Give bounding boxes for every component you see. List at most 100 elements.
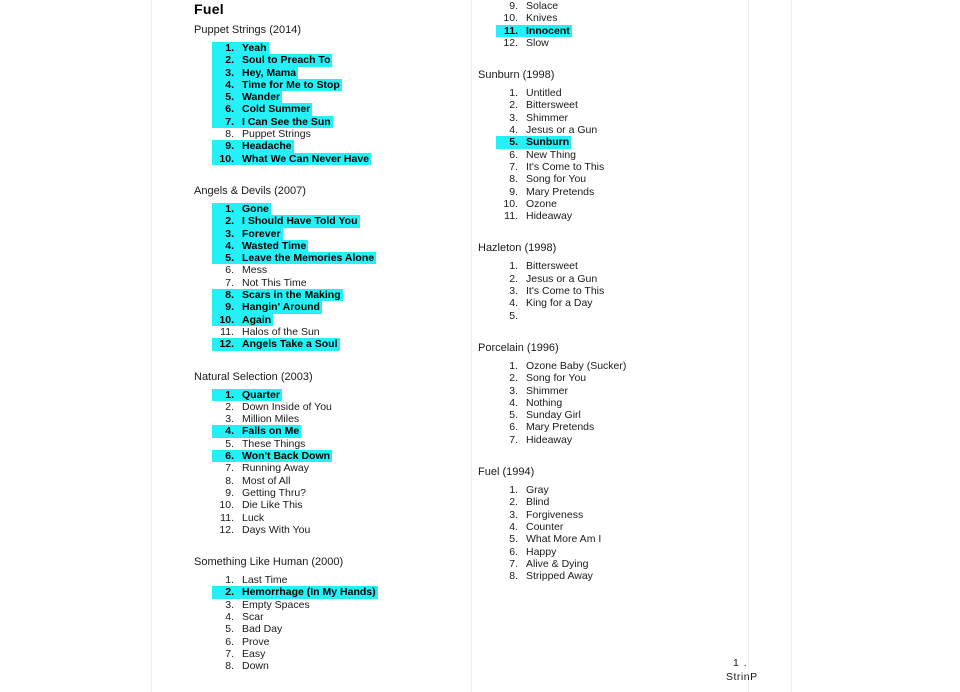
track-row[interactable]: 4. Nothing bbox=[496, 397, 748, 409]
track-row[interactable]: 5. Bad Day bbox=[212, 623, 464, 635]
track-row[interactable]: 11. Halos of the Sun bbox=[212, 326, 464, 338]
track-row[interactable]: 7. I Can See the Sun bbox=[212, 115, 464, 129]
track-row[interactable]: 1. Untitled bbox=[496, 87, 748, 99]
track-row[interactable]: 6. New Thing bbox=[496, 149, 748, 161]
track-row[interactable]: 3. Million Miles bbox=[212, 413, 464, 425]
track-row[interactable]: 11. Innocent bbox=[496, 24, 748, 37]
track-row[interactable]: 3. Empty Spaces bbox=[212, 599, 464, 611]
track-title: Knives bbox=[526, 12, 558, 25]
track-row[interactable]: 10. Ozone bbox=[496, 198, 748, 210]
track-row[interactable]: 5. What More Am I bbox=[496, 533, 748, 545]
track-number: 11. bbox=[220, 511, 234, 524]
track-row[interactable]: 10. Again bbox=[212, 313, 464, 326]
document-page: Fuel Puppet Strings (2014) 1. Yeah 2. Soul t… bbox=[0, 0, 960, 692]
track-row[interactable]: 8. Scars in the Making bbox=[212, 289, 464, 302]
track-row[interactable]: 9. Headache bbox=[212, 140, 464, 153]
track-title: Nothing bbox=[526, 396, 563, 409]
track-row[interactable]: 4. Falls on Me bbox=[212, 425, 464, 438]
track-row[interactable]: 8. Most of All bbox=[212, 475, 464, 487]
track-title: Angels Take a Soul bbox=[240, 338, 340, 351]
album-title: Puppet Strings (2014) bbox=[194, 24, 302, 36]
track-row[interactable]: 2. I Should Have Told You bbox=[212, 215, 464, 228]
track-row[interactable]: 7. It's Come to This bbox=[496, 161, 748, 173]
track-row[interactable]: 4. Counter bbox=[496, 521, 748, 533]
track-row[interactable]: 3. It's Come to This bbox=[496, 285, 748, 297]
track-number: 10. bbox=[219, 499, 234, 512]
track-number: 1. bbox=[212, 42, 240, 55]
track-row[interactable]: 11. Hideaway bbox=[496, 210, 748, 222]
track-row[interactable]: 1. Gray bbox=[496, 484, 748, 496]
track-title: Quarter bbox=[240, 388, 282, 401]
track-row[interactable]: 6. Mary Pretends bbox=[496, 421, 748, 433]
track-row[interactable]: 7. Easy bbox=[212, 648, 464, 660]
track-title: Hemorrhage (In My Hands) bbox=[240, 586, 378, 599]
track-row[interactable]: 8. Stripped Away bbox=[496, 570, 748, 582]
track-row[interactable]: 9. Getting Thru? bbox=[212, 487, 464, 499]
track-row[interactable]: 7. Not This Time bbox=[212, 277, 464, 289]
track-title: Wander bbox=[240, 91, 283, 104]
track-number: 2. bbox=[509, 99, 518, 112]
track-row[interactable]: 1. Quarter bbox=[212, 388, 464, 401]
track-row[interactable]: 5. bbox=[496, 310, 748, 322]
track-row[interactable]: 6. Won't Back Down bbox=[212, 450, 464, 463]
track-row[interactable]: 10. Die Like This bbox=[212, 499, 464, 511]
track-row[interactable]: 4. Time for Me to Stop bbox=[212, 78, 464, 92]
track-row[interactable]: 2. Jesus or a Gun bbox=[496, 273, 748, 285]
track-row[interactable]: 3. Forgiveness bbox=[496, 509, 748, 521]
track-row[interactable]: 9. Solace bbox=[496, 0, 748, 12]
track-row[interactable]: 7. Alive & Dying bbox=[496, 558, 748, 570]
track-row[interactable]: 2. Bittersweet bbox=[496, 99, 748, 111]
track-row[interactable]: 9. Hangin' Around bbox=[212, 301, 464, 314]
track-row[interactable]: 8. Puppet Strings bbox=[212, 128, 464, 140]
track-row[interactable]: 4. Jesus or a Gun bbox=[496, 124, 748, 136]
track-row[interactable]: 6. Mess bbox=[212, 264, 464, 276]
track-row[interactable]: 8. Down bbox=[212, 660, 464, 672]
track-row[interactable]: 7. Hideaway bbox=[496, 434, 748, 446]
track-row[interactable]: 2. Song for You bbox=[496, 372, 748, 384]
track-row[interactable]: 4. King for a Day bbox=[496, 297, 748, 309]
track-number: 4. bbox=[212, 78, 240, 92]
track-row[interactable]: 12. Days With You bbox=[212, 524, 464, 536]
track-row[interactable]: 4. Wasted Time bbox=[212, 239, 464, 253]
track-row[interactable]: 6. Happy bbox=[496, 546, 748, 558]
track-row[interactable]: 1. Ozone Baby (Sucker) bbox=[496, 360, 748, 372]
album-section: Sunburn (1998) 1. Untitled 2. Bittersweet 3. S… bbox=[478, 69, 748, 236]
track-row[interactable]: 3. Shimmer bbox=[496, 385, 748, 397]
track-row[interactable]: 10. Knives bbox=[496, 12, 748, 24]
track-row[interactable]: 3. Hey, Mama bbox=[212, 66, 464, 79]
track-row[interactable]: 5. Leave the Memories Alone bbox=[212, 252, 464, 265]
track-row[interactable]: 1. Last Time bbox=[212, 574, 464, 586]
track-row[interactable]: 2. Blind bbox=[496, 496, 748, 508]
track-number: 6. bbox=[509, 148, 518, 161]
track-row[interactable]: 7. Running Away bbox=[212, 462, 464, 474]
track-title: Not This Time bbox=[242, 276, 307, 289]
track-row[interactable]: 3. Shimmer bbox=[496, 112, 748, 124]
track-row[interactable]: 1. Bittersweet bbox=[496, 260, 748, 272]
track-row[interactable]: 5. Sunburn bbox=[496, 136, 748, 149]
track-row[interactable]: 6. Cold Summer bbox=[212, 103, 464, 116]
track-list: 1. Bittersweet 2. Jesus or a Gun 3. It's Come… bbox=[496, 260, 748, 321]
track-row[interactable]: 4. Scar bbox=[212, 611, 464, 623]
track-row[interactable]: 8. Song for You bbox=[496, 173, 748, 185]
track-row[interactable]: 2. Soul to Preach To bbox=[212, 54, 464, 67]
album-section: Puppet Strings (2014) 1. Yeah 2. Soul to Pre… bbox=[194, 24, 464, 179]
track-row[interactable]: 10. What We Can Never Have bbox=[212, 152, 464, 165]
track-row[interactable]: 9. Mary Pretends bbox=[496, 186, 748, 198]
track-title: Sunburn bbox=[524, 136, 572, 149]
track-title: I Can See the Sun bbox=[240, 115, 333, 129]
track-row[interactable]: 12. Slow bbox=[496, 37, 748, 49]
track-number: 3. bbox=[509, 285, 518, 298]
track-row[interactable]: 11. Luck bbox=[212, 512, 464, 524]
track-row[interactable]: 2. Hemorrhage (In My Hands) bbox=[212, 586, 464, 599]
track-row[interactable]: 2. Down Inside of You bbox=[212, 401, 464, 413]
track-number: 9. bbox=[509, 185, 518, 198]
track-row[interactable]: 1. Gone bbox=[212, 202, 464, 216]
track-row[interactable]: 3. Forever bbox=[212, 227, 464, 240]
track-row[interactable]: 6. Prove bbox=[212, 636, 464, 648]
track-number: 1. bbox=[509, 359, 518, 372]
track-row[interactable]: 1. Yeah bbox=[212, 42, 464, 55]
track-row[interactable]: 12. Angels Take a Soul bbox=[212, 338, 464, 351]
track-row[interactable]: 5. Wander bbox=[212, 91, 464, 104]
track-row[interactable]: 5. These Things bbox=[212, 438, 464, 450]
track-row[interactable]: 5. Sunday Girl bbox=[496, 409, 748, 421]
